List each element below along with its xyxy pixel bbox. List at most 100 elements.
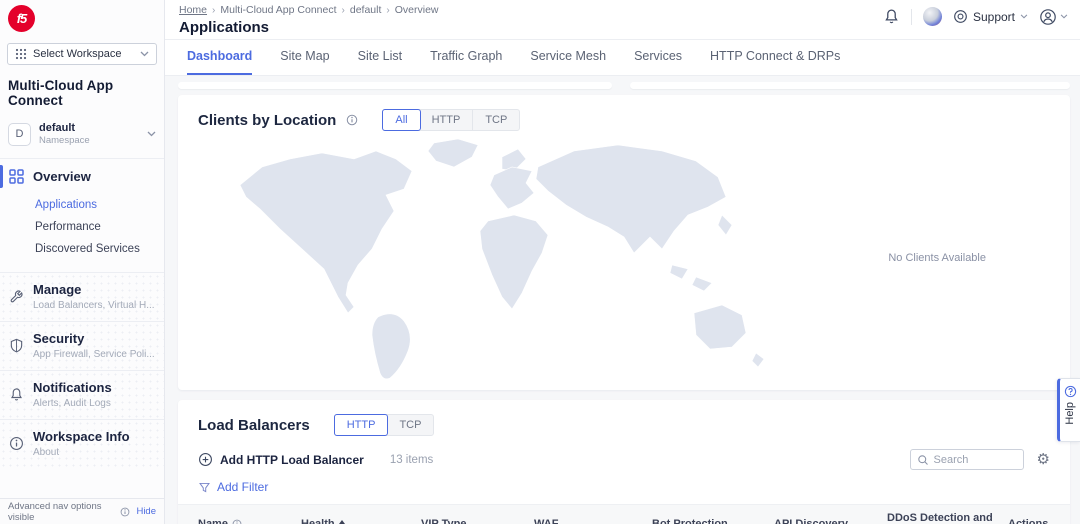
map-africa <box>479 214 549 310</box>
question-circle-icon <box>1064 385 1077 398</box>
user-avatar-icon <box>1039 8 1057 26</box>
column-label: Bot Protection <box>652 518 728 524</box>
info-icon <box>120 507 130 517</box>
column-ddos-detection[interactable]: DDoS Detection and Au... <box>887 512 1008 524</box>
map-europe <box>489 166 535 210</box>
load-balancers-card: Load Balancers HTTP TCP Add HTTP Load Ba… <box>178 400 1070 524</box>
column-name[interactable]: Name <box>198 512 301 524</box>
map-asia <box>535 144 727 254</box>
sidebar-item-manage[interactable]: Manage Load Balancers, Virtual H... <box>0 273 164 321</box>
f5-logo[interactable]: f5 <box>8 5 35 32</box>
sort-icon[interactable] <box>338 519 345 524</box>
workspace-selector[interactable]: Select Workspace <box>7 43 157 65</box>
tab-site-list[interactable]: Site List <box>358 49 402 75</box>
add-filter-button[interactable]: Add Filter <box>217 480 268 494</box>
toggle-http[interactable]: HTTP <box>333 414 389 436</box>
info-icon <box>232 519 242 524</box>
f5-logo-text: f5 <box>16 11 28 26</box>
panel-handle[interactable] <box>630 82 1070 89</box>
assistant-orb-icon[interactable] <box>922 7 942 26</box>
sidebar-item-sublabel: About <box>33 447 60 458</box>
panel-handle[interactable] <box>178 82 612 89</box>
map-south-america <box>371 313 411 380</box>
tab-http-connect-drps[interactable]: HTTP Connect & DRPs <box>710 49 840 75</box>
sidebar-item-discovered-services[interactable]: Discovered Services <box>35 238 164 260</box>
toggle-tcp[interactable]: TCP <box>387 415 433 435</box>
namespace-avatar: D <box>8 122 31 146</box>
column-vip-type[interactable]: VIP Type <box>421 512 534 524</box>
sidebar-item-security[interactable]: Security App Firewall, Service Poli... <box>0 322 164 370</box>
search-input[interactable] <box>933 453 1014 466</box>
clients-by-location-card: Clients by Location All HTTP TCP No Clie… <box>178 95 1070 390</box>
security-text: Security App Firewall, Service Poli... <box>33 331 155 360</box>
sidebar-item-sublabel: Alerts, Audit Logs <box>33 398 111 409</box>
breadcrumb-home[interactable]: Home <box>179 4 207 16</box>
column-label: Name <box>198 518 228 524</box>
column-bot-protection[interactable]: Bot Protection <box>652 512 774 524</box>
sidebar: f5 Select Workspace Multi-Cloud App Conn… <box>0 0 165 524</box>
workspace-info-text: Workspace Info About <box>33 429 130 458</box>
sidebar-item-applications[interactable]: Applications <box>35 194 164 216</box>
search-box[interactable] <box>909 449 1024 470</box>
support-label: Support <box>972 9 1015 24</box>
column-waf[interactable]: WAF <box>534 512 652 524</box>
notifications-bell-icon[interactable] <box>883 8 900 25</box>
support-menu[interactable]: Support <box>953 9 1028 24</box>
lifebuoy-icon <box>953 9 968 24</box>
sidebar-item-notifications[interactable]: Notifications Alerts, Audit Logs <box>0 371 164 419</box>
info-icon[interactable] <box>346 114 358 126</box>
chevron-separator-icon: › <box>341 4 345 16</box>
dashboard-grid-icon <box>9 169 24 184</box>
dashboard-content: Clients by Location All HTTP TCP No Clie… <box>165 77 1080 524</box>
workspace-title: Multi-Cloud App Connect <box>8 78 114 108</box>
namespace-selector[interactable]: D default Namespace <box>0 116 164 158</box>
column-label: VIP Type <box>421 518 467 524</box>
wrench-icon <box>9 282 24 311</box>
chevron-down-icon <box>1060 14 1068 19</box>
tab-site-map[interactable]: Site Map <box>280 49 329 75</box>
map-new-guinea <box>691 276 713 292</box>
tab-traffic-graph[interactable]: Traffic Graph <box>430 49 502 75</box>
filter-row: Add Filter <box>178 470 1070 494</box>
namespace-name: default <box>39 122 76 134</box>
tab-dashboard[interactable]: Dashboard <box>187 49 253 75</box>
bell-icon <box>9 380 24 409</box>
column-health[interactable]: Health <box>301 512 421 524</box>
plus-circle-icon <box>198 452 213 467</box>
tab-services[interactable]: Services <box>634 49 682 75</box>
map-greenland <box>427 138 479 168</box>
column-label: DDoS Detection and Au... <box>887 512 993 524</box>
tab-service-mesh[interactable]: Service Mesh <box>530 49 606 75</box>
advanced-nav-note: Advanced nav options visible <box>8 500 102 523</box>
breadcrumb-namespace[interactable]: default <box>350 4 382 16</box>
overview-sub-list: Applications Performance Discovered Serv… <box>0 192 164 272</box>
add-http-load-balancer-button[interactable]: Add HTTP Load Balancer <box>198 452 364 467</box>
chevron-down-icon <box>140 51 149 57</box>
breadcrumb-current: Overview <box>394 4 439 16</box>
toggle-tcp[interactable]: TCP <box>473 110 519 130</box>
info-icon <box>9 429 24 458</box>
chevron-separator-icon: › <box>212 4 216 16</box>
sidebar-item-performance[interactable]: Performance <box>35 216 164 238</box>
logo-row: f5 <box>0 0 164 36</box>
toolbar-right: ⚙ <box>909 449 1050 470</box>
world-map <box>226 137 786 387</box>
app-window: f5 Select Workspace Multi-Cloud App Conn… <box>0 0 1080 524</box>
sidebar-item-label: Security <box>33 331 85 346</box>
hide-advanced-nav-link[interactable]: Hide <box>136 506 156 517</box>
toggle-http[interactable]: HTTP <box>420 110 474 130</box>
map-north-america <box>239 150 413 314</box>
column-api-discovery[interactable]: API Discovery <box>774 512 887 524</box>
main-area: Home › Multi-Cloud App Connect › default… <box>165 0 1080 524</box>
help-label: Help <box>1064 402 1076 425</box>
gear-icon[interactable]: ⚙ <box>1037 452 1050 467</box>
sidebar-item-sublabel: Load Balancers, Virtual H... <box>33 300 155 311</box>
user-menu[interactable] <box>1039 8 1068 26</box>
header-actions: Support <box>883 7 1068 26</box>
help-button[interactable]: Help <box>1057 378 1080 442</box>
toggle-all[interactable]: All <box>382 109 421 131</box>
sidebar-item-overview[interactable]: Overview <box>0 159 164 192</box>
breadcrumb-workspace[interactable]: Multi-Cloud App Connect <box>220 4 336 16</box>
sidebar-item-sublabel: App Firewall, Service Poli... <box>33 349 155 360</box>
sidebar-item-workspace-info[interactable]: Workspace Info About <box>0 420 164 468</box>
